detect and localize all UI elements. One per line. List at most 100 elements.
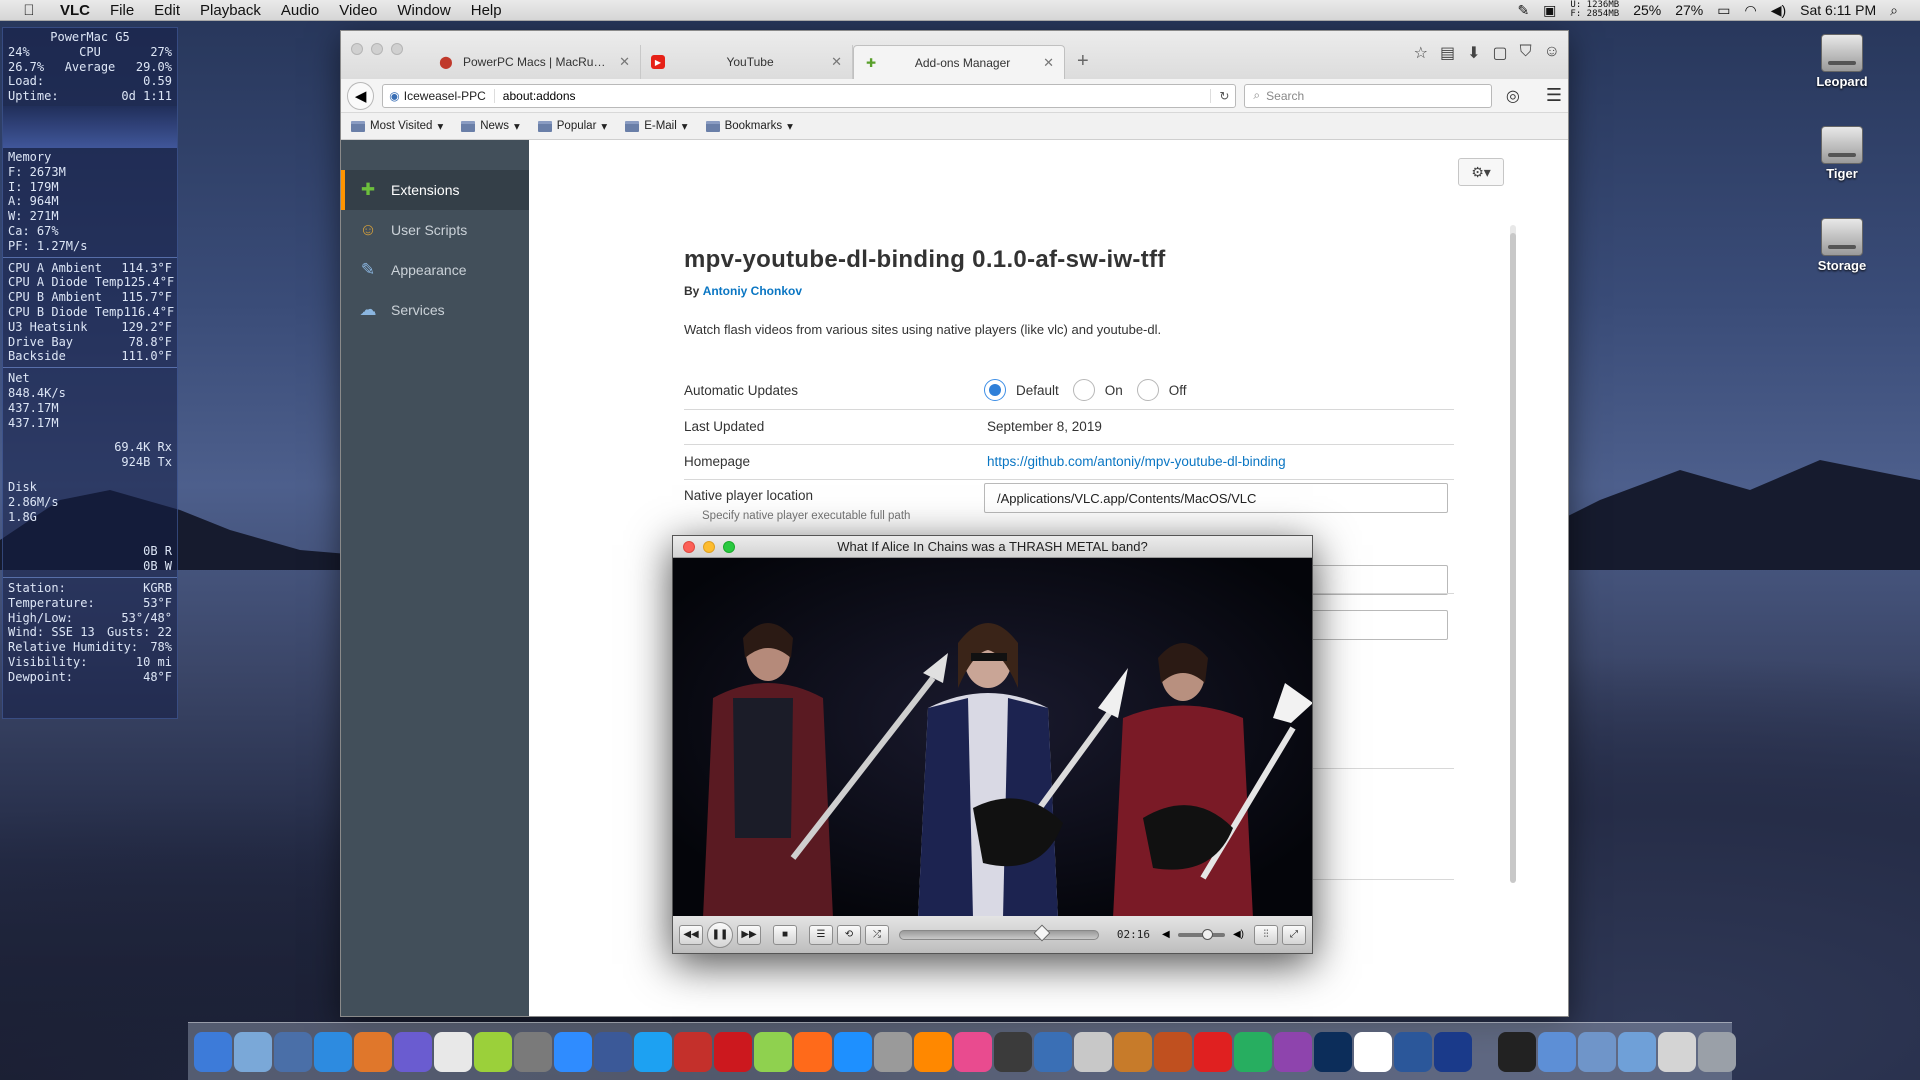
archive-icon[interactable] [1074, 1031, 1112, 1072]
terminal-icon[interactable] [1498, 1031, 1536, 1072]
back-button[interactable]: ◀ [347, 81, 375, 110]
close-tab-icon[interactable]: ✕ [619, 54, 630, 70]
itunes-icon[interactable] [954, 1031, 992, 1072]
page-icon[interactable]: ▢ [1493, 43, 1508, 63]
vlc-minimize-button[interactable] [703, 540, 715, 553]
close-window-button[interactable] [351, 43, 363, 55]
youtube-icon[interactable] [714, 1031, 752, 1072]
greasemonkey-icon[interactable]: ☺ [1544, 43, 1560, 63]
tab-youtube[interactable]: ▶ YouTube ✕ [641, 45, 853, 79]
bbedit-icon[interactable] [1434, 1031, 1472, 1072]
menu-file[interactable]: File [100, 2, 144, 19]
apple-icon[interactable] [434, 1031, 472, 1072]
cpu-readout-1[interactable]: 25% [1633, 2, 1661, 18]
preview-icon[interactable] [274, 1031, 312, 1072]
desktop-icon-storage[interactable]: Storage [1802, 218, 1882, 273]
vlc-zoom-button[interactable] [723, 540, 735, 553]
bookmark-most-visited[interactable]: Most Visited ▾ [351, 119, 443, 133]
network-icon[interactable] [234, 1031, 272, 1072]
downloads-folder-icon[interactable] [1618, 1031, 1656, 1072]
close-tab-icon[interactable]: ✕ [831, 54, 842, 70]
url-bar[interactable]: ◉ Iceweasel-PPC about:addons ↻ [382, 83, 1237, 108]
quicktime-icon[interactable] [834, 1031, 872, 1072]
bookmarks-menu-icon[interactable]: ▤ [1440, 43, 1455, 63]
volume-slider[interactable] [1177, 928, 1225, 940]
firefox-icon[interactable] [354, 1031, 392, 1072]
soundcloud-icon[interactable] [794, 1031, 832, 1072]
lime-icon[interactable] [474, 1031, 512, 1072]
playlist-button[interactable]: ☰ [809, 924, 833, 945]
menu-audio[interactable]: Audio [271, 2, 329, 19]
twitter-icon[interactable] [634, 1031, 672, 1072]
photoshop-icon[interactable] [1314, 1031, 1352, 1072]
stop-button[interactable]: ■ [773, 924, 797, 945]
red-icon[interactable] [1194, 1031, 1232, 1072]
bookmark-bookmarks[interactable]: Bookmarks ▾ [705, 119, 793, 133]
radio-on[interactable]: On [1072, 379, 1123, 401]
radio-default[interactable]: Default [984, 379, 1059, 401]
seek-bar[interactable] [899, 924, 1099, 941]
downloads-icon[interactable]: ⬇ [1467, 43, 1480, 63]
tools-gear-button[interactable]: ⚙▾ [1458, 158, 1504, 186]
game-icon[interactable] [1154, 1031, 1192, 1072]
content-scrollbar[interactable] [1510, 225, 1516, 883]
menu-clock[interactable]: Sat 6:11 PM [1800, 2, 1876, 18]
rewind-button[interactable]: ◀◀ [679, 924, 703, 945]
menu-app-name[interactable]: VLC [50, 2, 100, 19]
color-wheel-icon[interactable] [1274, 1031, 1312, 1072]
spotlight-icon[interactable]: ⌕ [1890, 2, 1898, 19]
new-tab-button[interactable]: + [1065, 50, 1101, 79]
seek-knob[interactable] [1033, 924, 1051, 941]
scrollbar-thumb[interactable] [1510, 233, 1516, 883]
equalizer-button[interactable]: ⫶⫶ [1254, 924, 1278, 945]
sidebar-item-services[interactable]: ☁ Services [341, 290, 529, 330]
desktop-icon-leopard[interactable]: Leopard [1802, 34, 1882, 89]
bookmark-star-icon[interactable]: ☆ [1414, 43, 1428, 63]
zoom-window-button[interactable] [391, 43, 403, 55]
native-player-input[interactable]: /Applications/VLC.app/Contents/MacOS/VLC [984, 483, 1448, 513]
finder-icon[interactable] [194, 1031, 232, 1072]
wifi-icon[interactable]: ◠ [1744, 2, 1756, 19]
safari-icon[interactable] [314, 1031, 352, 1072]
menu-edit[interactable]: Edit [144, 2, 190, 19]
bookmark-email[interactable]: E-Mail ▾ [625, 119, 688, 133]
vlc-close-button[interactable] [683, 540, 695, 553]
tenfive-youtube-icon[interactable] [674, 1031, 712, 1072]
radio-off[interactable]: Off [1136, 379, 1187, 401]
tor-icon[interactable]: ◎ [1506, 86, 1520, 106]
memory-readout[interactable]: U: 1236MB F: 2854MB [1570, 1, 1619, 19]
facebook-icon[interactable] [594, 1031, 632, 1072]
trash-icon[interactable] [1698, 1031, 1736, 1072]
cpu-readout-2[interactable]: 27% [1675, 2, 1703, 18]
battery-icon[interactable]: ▭ [1717, 2, 1730, 19]
messenger-icon[interactable] [554, 1031, 592, 1072]
volume-icon[interactable]: ◀) [1771, 2, 1786, 19]
word-icon[interactable] [1394, 1031, 1432, 1072]
menu-help[interactable]: Help [461, 2, 512, 19]
hamburger-menu-icon[interactable]: ☰ [1546, 85, 1562, 106]
close-tab-icon[interactable]: ✕ [1043, 55, 1054, 71]
minimize-window-button[interactable] [371, 43, 383, 55]
music-note-icon[interactable] [754, 1031, 792, 1072]
repeat-button[interactable]: ⟲ [837, 924, 861, 945]
author-link[interactable]: Antoniy Chonkov [703, 284, 802, 298]
tab-addons-manager[interactable]: ✚ Add-ons Manager ✕ [853, 45, 1065, 79]
shield-icon[interactable]: ⛉ [1520, 43, 1532, 63]
menu-video[interactable]: Video [329, 2, 387, 19]
menu-window[interactable]: Window [387, 2, 460, 19]
vlc-icon[interactable] [914, 1031, 952, 1072]
homepage-link[interactable]: https://github.com/antoniy/mpv-youtube-d… [987, 454, 1286, 469]
apple-menu-icon[interactable]:  [18, 2, 40, 19]
url-text[interactable]: about:addons [503, 89, 576, 103]
document-icon[interactable] [1354, 1031, 1392, 1072]
bookmark-popular[interactable]: Popular ▾ [537, 119, 607, 133]
video-frame[interactable] [673, 558, 1312, 918]
documents-folder-icon[interactable] [1578, 1031, 1616, 1072]
desktop-icon-tiger[interactable]: Tiger [1802, 126, 1882, 181]
applications-folder-icon[interactable] [1538, 1031, 1576, 1072]
tenfourfox-icon[interactable] [394, 1031, 432, 1072]
sidebar-item-extensions[interactable]: ✚ Extensions [341, 170, 529, 210]
movie-icon[interactable] [994, 1031, 1032, 1072]
site-identity[interactable]: ◉ Iceweasel-PPC [389, 88, 495, 103]
memory-monitor-icon[interactable]: ▣ [1543, 2, 1556, 19]
